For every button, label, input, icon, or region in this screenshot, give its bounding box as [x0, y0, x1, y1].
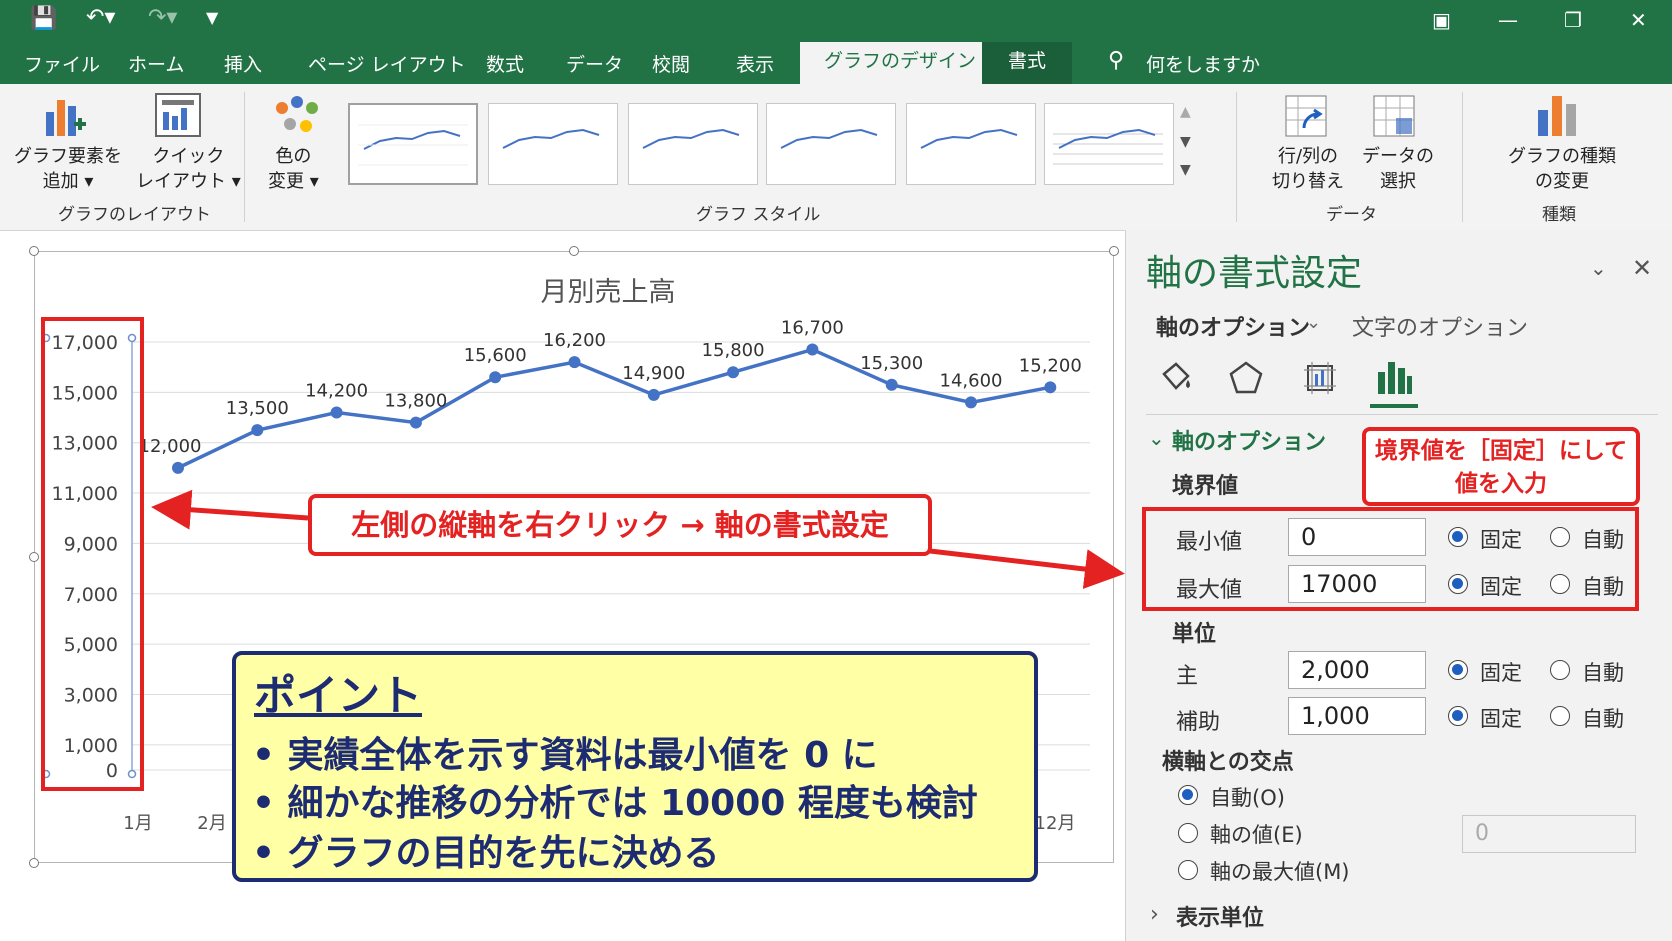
arrow-to-pane — [929, 548, 1125, 589]
callout-arrows — [151, 489, 1125, 589]
axis-hint-callout: 左側の縦軸を右クリック → 軸の書式設定 — [308, 494, 932, 556]
arrow-to-axis — [151, 489, 309, 530]
